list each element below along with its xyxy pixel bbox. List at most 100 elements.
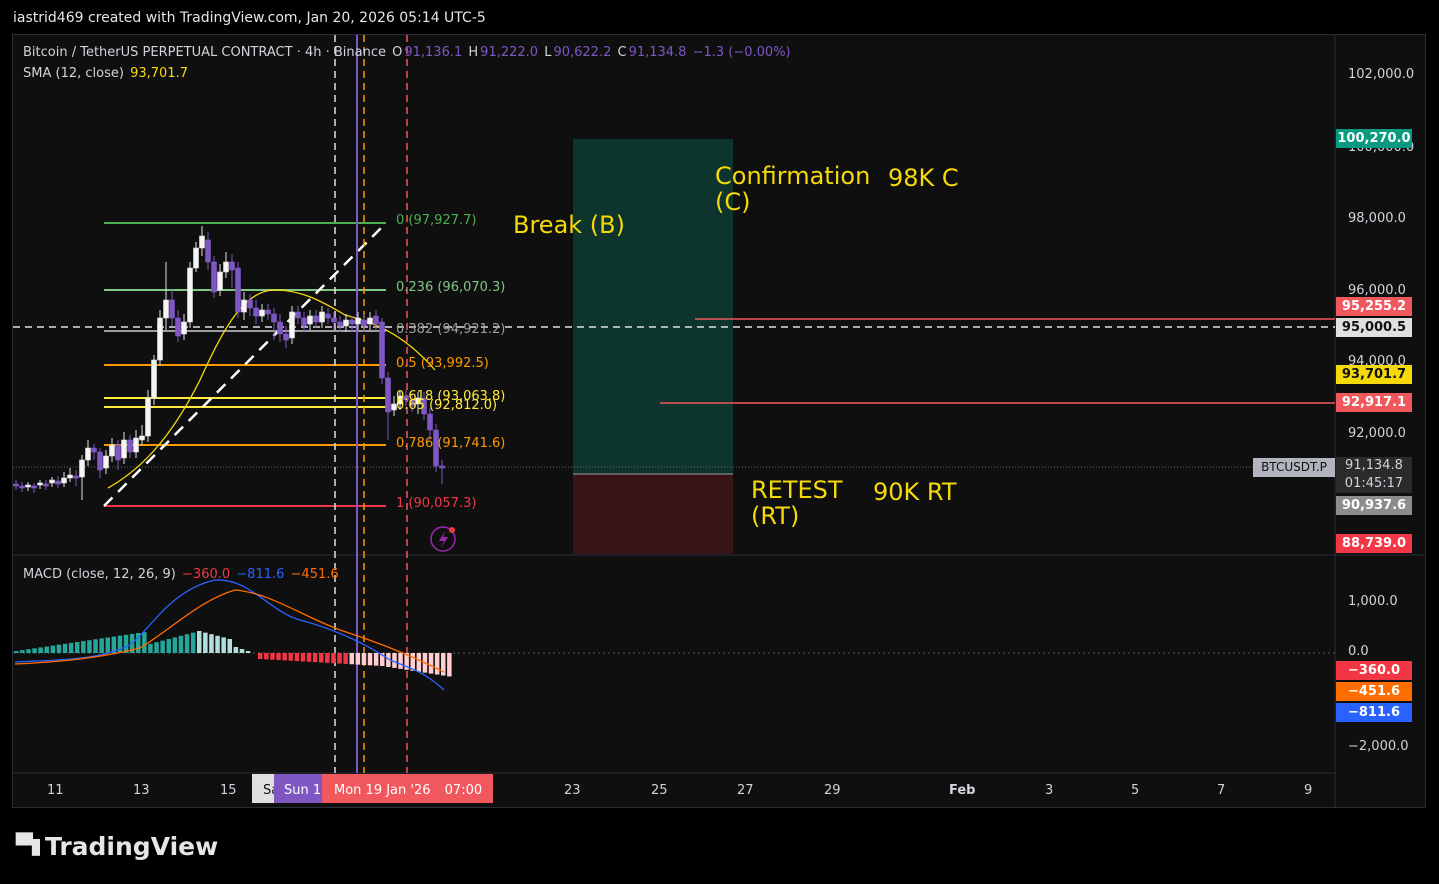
- confirmation-short-annotation[interactable]: 98K C: [888, 165, 959, 191]
- candle-body: [199, 235, 205, 249]
- macd-axis-label: −2,000.0: [1348, 739, 1409, 754]
- time-axis-label: 7: [1217, 783, 1226, 798]
- sma-label: SMA (12, close): [23, 66, 124, 81]
- price-axis-label: 92,000.0: [1348, 426, 1406, 441]
- macd-histogram-bar: [300, 653, 306, 662]
- open-label: O: [392, 45, 403, 60]
- macd-histogram-bar: [398, 653, 403, 669]
- macd-histogram-bar: [343, 653, 348, 664]
- candle-body: [295, 311, 301, 319]
- candle-body: [37, 482, 43, 486]
- macd-signal-tag: −451.6: [1336, 682, 1412, 701]
- candle-body: [13, 483, 19, 487]
- macd-axis-label: 0.0: [1348, 644, 1369, 659]
- macd-histogram-bar: [68, 642, 74, 653]
- long-position-profit-zone: [573, 139, 733, 474]
- macd-histogram-bar: [447, 653, 452, 677]
- candle-body: [367, 317, 373, 325]
- macd-histogram-bar: [209, 634, 214, 653]
- retest-short-annotation[interactable]: 90K RT: [873, 479, 957, 505]
- macd-histogram: [14, 631, 452, 677]
- candle-body: [241, 299, 247, 313]
- macd-histogram-bar: [337, 653, 342, 664]
- confirmation-annotation[interactable]: Confirmation (C): [715, 163, 870, 215]
- candle-body: [19, 485, 25, 489]
- time-axis-label: 11: [47, 783, 64, 798]
- time-axis-label: 25: [651, 783, 668, 798]
- time-axis-label: Feb: [949, 783, 976, 798]
- dashed-level-tag: 95,000.5: [1336, 318, 1412, 337]
- support-tag: 92,917.1: [1336, 393, 1412, 412]
- candle-body: [325, 313, 331, 319]
- macd-histogram-bar: [434, 653, 440, 675]
- macd-hist-tag: −360.0: [1336, 661, 1412, 680]
- candle-body: [73, 475, 79, 479]
- candle-body: [25, 484, 31, 488]
- macd-histogram-bar: [38, 647, 43, 653]
- mon-time: 07:00: [444, 783, 483, 798]
- candle-body: [427, 413, 433, 431]
- macd-histogram-bar: [87, 640, 92, 653]
- candle-body: [271, 313, 277, 323]
- candle-body: [79, 459, 85, 478]
- macd-histogram-bar: [227, 639, 232, 653]
- macd-histogram-bar: [203, 632, 208, 653]
- candle-body: [31, 485, 37, 489]
- sma-tag: 93,701.7: [1336, 365, 1412, 384]
- fib-label: 0.236 (96,070.3): [396, 280, 506, 295]
- time-axis-label: 15: [220, 783, 237, 798]
- candle-body: [103, 455, 109, 469]
- candle-body: [259, 309, 265, 317]
- candle-body: [109, 444, 115, 457]
- candle-body: [349, 319, 355, 325]
- price-axis-label: 98,000.0: [1348, 211, 1406, 226]
- retest-text: (RT): [751, 502, 800, 530]
- candle-body: [85, 447, 91, 461]
- candle-body: [385, 377, 391, 413]
- macd-macd-value: −811.6: [236, 567, 285, 582]
- sma-legend[interactable]: SMA (12, close) 93,701.7: [23, 66, 190, 81]
- macd-histogram-bar: [325, 653, 330, 663]
- candle-body: [211, 261, 217, 293]
- symbol-legend[interactable]: Bitcoin / TetherUS PERPETUAL CONTRACT · …: [23, 45, 793, 60]
- macd-histogram-bar: [264, 653, 269, 660]
- candle-body: [157, 317, 163, 361]
- mon-date: Mon 19 Jan '26: [334, 783, 431, 798]
- macd-histogram-bar: [288, 653, 293, 661]
- macd-histogram-bar: [276, 653, 281, 661]
- macd-histogram-bar: [20, 650, 25, 653]
- low-label: L: [544, 45, 552, 60]
- time-axis-label: 27: [737, 783, 754, 798]
- candle-body: [61, 477, 67, 484]
- macd-histogram-bar: [26, 649, 31, 653]
- candle-body: [265, 309, 271, 315]
- macd-legend[interactable]: MACD (close, 12, 26, 9) −360.0 −811.6 −4…: [23, 567, 341, 582]
- candle-body: [337, 321, 343, 327]
- macd-histogram-bar: [428, 653, 434, 674]
- retest-annotation[interactable]: RETEST (RT): [751, 477, 843, 529]
- low-value: 90,622.2: [553, 45, 612, 60]
- candle-body: [115, 444, 121, 461]
- candle-body: [301, 317, 307, 327]
- candle-body: [319, 311, 325, 323]
- fib-label: 0.786 (91,741.6): [396, 436, 506, 451]
- break-annotation[interactable]: Break (B): [513, 212, 625, 238]
- candle-body: [331, 317, 337, 323]
- candle-body: [247, 299, 253, 309]
- mon-highlight: Mon 19 Jan '26 07:00: [322, 774, 493, 803]
- fib-label: 1 (90,057.3): [396, 496, 477, 511]
- candle-body: [139, 435, 145, 441]
- macd-histogram-bar: [312, 653, 318, 663]
- price-chart[interactable]: [0, 0, 1439, 884]
- sat-highlight: Sa: [252, 774, 274, 803]
- long-position-loss-zone: [573, 474, 733, 554]
- macd-histogram-bar: [32, 648, 37, 653]
- signal-line: [14, 589, 445, 673]
- candle-body: [163, 299, 169, 319]
- price-axis-label: 96,000.0: [1348, 283, 1406, 298]
- macd-histogram-bar: [93, 639, 98, 653]
- macd-histogram-bar: [245, 651, 251, 653]
- macd-histogram-bar: [306, 653, 312, 662]
- time-axis-label: 23: [564, 783, 581, 798]
- tradingview-logo[interactable]: ▀▮ TradingView: [16, 832, 218, 861]
